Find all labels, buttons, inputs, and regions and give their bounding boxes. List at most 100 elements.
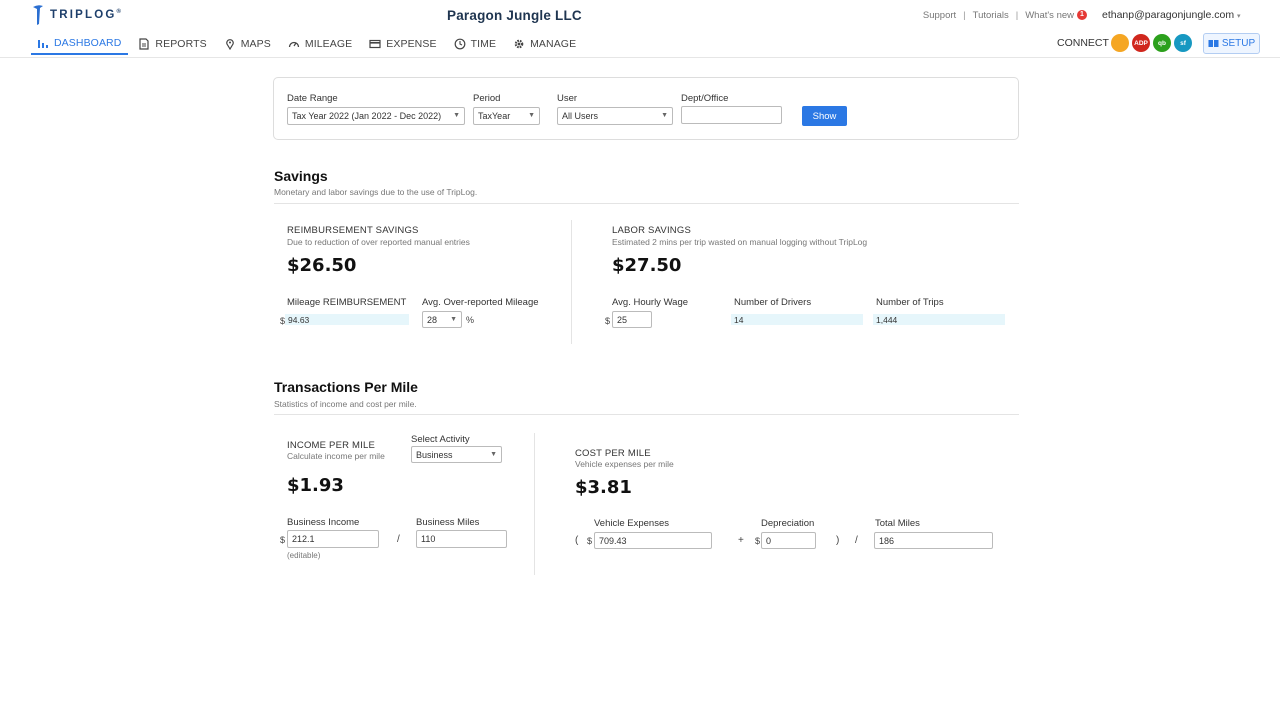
- vehicle-expenses-label: Vehicle Expenses: [594, 518, 669, 529]
- whats-new-label: What's new: [1025, 10, 1074, 21]
- close-paren: ): [836, 535, 840, 546]
- tutorials-link[interactable]: Tutorials: [973, 10, 1009, 21]
- logo-text: TRIPLOG: [50, 9, 117, 21]
- labor-savings-caption: LABOR SAVINGS: [612, 225, 691, 236]
- top-bar: TRIPLOG® Paragon Jungle LLC Support | Tu…: [0, 0, 1280, 58]
- gusto-icon[interactable]: [1111, 34, 1129, 52]
- divider: [274, 414, 1019, 415]
- activity-select[interactable]: Business ▼: [411, 446, 502, 463]
- depreciation-label: Depreciation: [761, 518, 815, 529]
- user-menu[interactable]: ethanp@paragonjungle.com ▾: [1102, 9, 1241, 21]
- chevron-down-icon: ▼: [661, 112, 668, 119]
- open-paren: (: [575, 535, 579, 546]
- reimbursement-savings-amount: $26.50: [287, 255, 357, 276]
- transactions-subtitle: Statistics of income and cost per mile.: [274, 399, 417, 409]
- nav-manage[interactable]: MANAGE: [507, 33, 583, 55]
- transactions-title: Transactions Per Mile: [274, 379, 418, 395]
- business-miles-input[interactable]: 110: [416, 530, 507, 548]
- user-select[interactable]: All Users ▼: [557, 107, 673, 125]
- gear-icon: [514, 39, 524, 49]
- chevron-down-icon: ▼: [453, 112, 460, 119]
- nav-maps[interactable]: MAPS: [218, 33, 278, 55]
- nav-expense[interactable]: EXPENSE: [363, 33, 443, 55]
- business-miles-label: Business Miles: [416, 517, 480, 528]
- period-value: TaxYear: [478, 111, 511, 121]
- speedometer-icon: [288, 41, 300, 48]
- setup-button[interactable]: SETUP: [1203, 33, 1260, 54]
- support-link[interactable]: Support: [923, 10, 956, 21]
- chevron-down-icon: ▾: [1237, 13, 1241, 20]
- editable-note: (editable): [287, 551, 321, 560]
- number-of-trips-label: Number of Trips: [876, 297, 944, 308]
- main-nav: DASHBOARD REPORTS MAPS MILEAGE EXPENSE T…: [31, 33, 587, 57]
- clock-icon: [454, 38, 465, 50]
- company-name: Paragon Jungle LLC: [447, 8, 582, 23]
- map-pin-icon: [225, 39, 234, 50]
- divide-sign: /: [397, 534, 400, 545]
- connect-integrations: ADP qb sf: [1111, 34, 1192, 52]
- reimbursement-savings-caption: REIMBURSEMENT SAVINGS: [287, 225, 419, 236]
- top-links: Support | Tutorials | What's new 1: [923, 10, 1087, 21]
- business-income-input[interactable]: 212.1: [287, 530, 379, 548]
- hourly-wage-input[interactable]: 25: [612, 311, 652, 328]
- number-of-drivers-value: 14: [731, 314, 863, 325]
- nav-label: MAPS: [240, 38, 271, 50]
- divide-sign: /: [855, 535, 858, 546]
- new-count-badge: 1: [1077, 10, 1087, 21]
- card-icon: [369, 39, 381, 49]
- income-per-mile-caption: INCOME PER MILE: [287, 440, 375, 451]
- logo-mark-icon: [33, 5, 43, 25]
- nav-label: TIME: [470, 38, 497, 50]
- currency-symbol: $: [605, 316, 611, 326]
- total-miles-label: Total Miles: [875, 518, 920, 529]
- triplog-logo[interactable]: TRIPLOG®: [32, 4, 123, 26]
- nav-label: DASHBOARD: [54, 37, 122, 49]
- savings-subtitle: Monetary and labor savings due to the us…: [274, 187, 478, 197]
- cost-per-mile-desc: Vehicle expenses per mile: [575, 459, 674, 469]
- vehicle-expenses-input[interactable]: 709.43: [594, 532, 712, 549]
- adp-icon[interactable]: ADP: [1132, 34, 1150, 52]
- nav-label: EXPENSE: [386, 38, 437, 50]
- dept-office-input[interactable]: [681, 106, 782, 124]
- business-income-label: Business Income: [287, 517, 360, 528]
- nav-label: REPORTS: [155, 38, 207, 50]
- divider: [534, 433, 535, 575]
- quickbooks-icon[interactable]: qb: [1153, 34, 1171, 52]
- date-range-label: Date Range: [287, 93, 338, 104]
- hourly-wage-label: Avg. Hourly Wage: [612, 297, 689, 308]
- nav-mileage[interactable]: MILEAGE: [282, 33, 359, 55]
- labor-savings-desc: Estimated 2 mins per trip wasted on manu…: [612, 237, 868, 247]
- link-separator: |: [963, 10, 966, 21]
- cost-per-mile-caption: COST PER MILE: [575, 448, 651, 459]
- user-label: User: [557, 93, 578, 104]
- date-range-select[interactable]: Tax Year 2022 (Jan 2022 - Dec 2022) ▼: [287, 107, 465, 125]
- nav-reports[interactable]: REPORTS: [132, 33, 213, 55]
- number-of-drivers-label: Number of Drivers: [734, 297, 812, 308]
- nav-dashboard[interactable]: DASHBOARD: [31, 33, 129, 55]
- currency-symbol: $: [755, 536, 761, 546]
- user-value: All Users: [562, 111, 599, 121]
- show-button[interactable]: Show: [802, 106, 847, 126]
- dept-office-label: Dept/Office: [681, 93, 729, 104]
- over-reported-mileage-select[interactable]: 28 ▼: [422, 311, 462, 328]
- depreciation-input[interactable]: 0: [761, 532, 816, 549]
- connect-label: CONNECT: [1057, 37, 1109, 49]
- mileage-reimbursement-label: Mileage REIMBURSEMENT: [287, 297, 407, 308]
- chevron-down-icon: ▼: [450, 316, 457, 323]
- period-select[interactable]: TaxYear ▼: [473, 107, 540, 125]
- select-activity-label: Select Activity: [411, 434, 470, 445]
- whats-new-link[interactable]: What's new 1: [1025, 10, 1087, 21]
- salesforce-icon[interactable]: sf: [1174, 34, 1192, 52]
- activity-value: Business: [416, 450, 453, 460]
- nav-label: MILEAGE: [304, 38, 353, 50]
- divider: [571, 220, 572, 344]
- savings-title: Savings: [274, 168, 328, 184]
- document-icon: [139, 38, 150, 50]
- nav-time[interactable]: TIME: [448, 33, 503, 55]
- over-reported-mileage-value: 28: [427, 315, 438, 325]
- over-reported-mileage-label: Avg. Over-reported Mileage: [422, 297, 539, 308]
- plus-sign: +: [738, 535, 744, 546]
- total-miles-input[interactable]: 186: [874, 532, 993, 549]
- divider: [274, 203, 1019, 204]
- percent-sign: %: [466, 315, 475, 325]
